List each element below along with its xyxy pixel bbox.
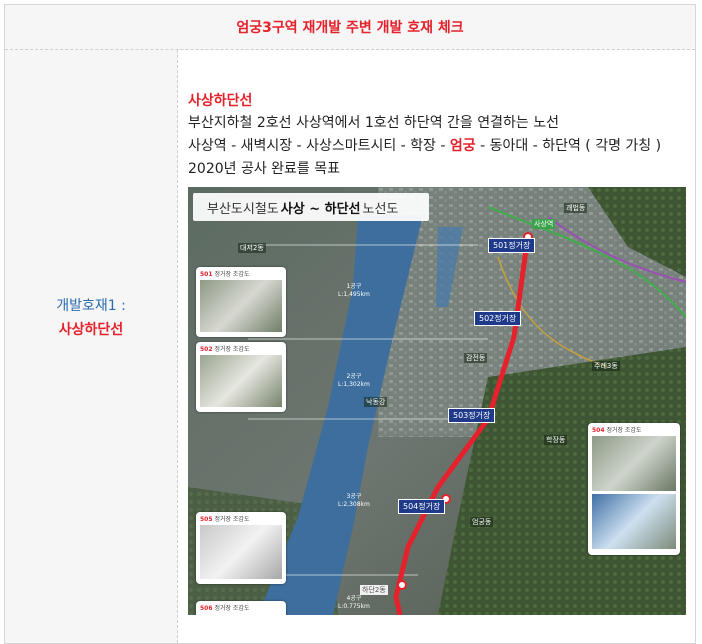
inset-text: 정거장 조감도 bbox=[214, 516, 250, 523]
inset-no: 502 bbox=[200, 346, 213, 353]
row-label-2: 사상하단선 bbox=[58, 321, 124, 338]
inset-no: 504 bbox=[592, 427, 605, 434]
inset-text: 정거장 조감도 bbox=[214, 605, 250, 612]
map-title-pre: 부산도시철도 bbox=[207, 201, 279, 217]
inset-rendering bbox=[592, 436, 676, 491]
segment-length: L:0.775km bbox=[338, 603, 370, 610]
station-inset: 505 정거장 조감도 bbox=[196, 512, 286, 584]
segment-name: 2공구 bbox=[346, 373, 362, 380]
inset-rendering bbox=[200, 355, 282, 407]
row-label-1: 개발호재1 : bbox=[56, 297, 126, 314]
district-label: 사상역 bbox=[532, 219, 556, 229]
station-label: 503정거장 bbox=[448, 408, 496, 423]
inset-no: 501 bbox=[200, 271, 213, 278]
table-title: 엄궁3구역 재개발 주변 개발 호재 체크 bbox=[236, 20, 464, 36]
segment-label: 4공구 L:0.775km bbox=[338, 595, 370, 611]
row-label-cell: 개발호재1 : 사상하단선 bbox=[5, 50, 178, 643]
segment-length: L:2,308km bbox=[338, 501, 370, 508]
content-line-1: 부산지하철 2호선 사상역에서 1호선 하단역 간을 연결하는 노선 bbox=[188, 115, 559, 131]
inset-caption: 506 정거장 조감도 bbox=[196, 601, 286, 614]
content-line-3: 2020년 공사 완료를 목표 bbox=[188, 161, 341, 177]
map-title-box: 부산도시철도 사상 ~ 하단선 노선도 bbox=[193, 193, 429, 221]
line2-post: - 동아대 - 하단역 ( 각명 가칭 ) bbox=[475, 138, 662, 154]
district-label: 학장동 bbox=[544, 435, 568, 445]
station-inset: 501 정거장 조감도 bbox=[196, 267, 286, 337]
inset-caption: 502 정거장 조감도 bbox=[196, 342, 286, 355]
content-line-2: 사상역 - 새벽시장 - 사상스마트시티 - 학장 - 엄궁 - 동아대 - 하… bbox=[188, 135, 695, 158]
district-label: 주례3동 bbox=[592, 361, 620, 371]
map-title-post: 노선도 bbox=[362, 201, 399, 217]
route-map-image: 부산도시철도 사상 ~ 하단선 노선도 501정거장 502정거장 503정거장… bbox=[188, 187, 686, 615]
segment-name: 4공구 bbox=[346, 595, 362, 602]
inset-text: 정거장 조감도 bbox=[214, 271, 250, 278]
station-label: 하단2동 bbox=[360, 585, 388, 595]
inset-text: 정거장 조감도 bbox=[214, 346, 250, 353]
station-inset: 502 정거장 조감도 bbox=[196, 342, 286, 412]
segment-name: 1공구 bbox=[346, 283, 362, 290]
info-table: 엄궁3구역 재개발 주변 개발 호재 체크 개발호재1 : 사상하단선 사상하단… bbox=[4, 4, 696, 644]
segment-length: L:1,302km bbox=[338, 381, 370, 388]
table-header: 엄궁3구역 재개발 주변 개발 호재 체크 bbox=[5, 5, 695, 50]
inset-no: 506 bbox=[200, 605, 213, 612]
line2-highlight: 엄궁 bbox=[449, 138, 476, 154]
station-inset: 506 정거장 조감도 bbox=[196, 601, 286, 615]
line2-pre: 사상역 - 새벽시장 - 사상스마트시티 - 학장 - bbox=[188, 138, 450, 154]
district-label: 엄궁동 bbox=[470, 517, 494, 527]
district-label: 낙동강 bbox=[364, 397, 388, 407]
segment-name: 3공구 bbox=[346, 493, 362, 500]
district-label: 괘법동 bbox=[564, 203, 588, 213]
segment-label: 1공구 L:1,495km bbox=[338, 283, 370, 299]
segment-length: L:1,495km bbox=[338, 291, 370, 298]
inset-rendering bbox=[200, 280, 282, 332]
station-label: 504정거장 bbox=[398, 499, 446, 514]
inset-caption: 504 정거장 조감도 bbox=[588, 423, 680, 436]
inset-text: 정거장 조감도 bbox=[606, 427, 642, 434]
page: 엄궁3구역 재개발 주변 개발 호재 체크 개발호재1 : 사상하단선 사상하단… bbox=[0, 0, 702, 644]
row-content-cell: 사상하단선 부산지하철 2호선 사상역에서 1호선 하단역 간을 연결하는 노선… bbox=[178, 50, 695, 643]
station-label: 501정거장 bbox=[488, 238, 536, 253]
station-inset: 504 정거장 조감도 bbox=[588, 423, 680, 555]
inset-caption: 505 정거장 조감도 bbox=[196, 512, 286, 525]
inset-caption: 501 정거장 조감도 bbox=[196, 267, 286, 280]
content-title: 사상하단선 bbox=[188, 93, 253, 109]
segment-label: 2공구 L:1,302km bbox=[338, 373, 370, 389]
district-label: 감전동 bbox=[464, 353, 488, 363]
inset-rendering bbox=[592, 494, 676, 549]
station-label: 502정거장 bbox=[474, 311, 522, 326]
inset-no: 505 bbox=[200, 516, 213, 523]
district-label: 대저2동 bbox=[238, 243, 266, 253]
segment-label: 3공구 L:2,308km bbox=[338, 493, 370, 509]
map-title-bold: 사상 ~ 하단선 bbox=[280, 201, 361, 217]
inset-rendering bbox=[200, 525, 282, 579]
table-row: 개발호재1 : 사상하단선 사상하단선 부산지하철 2호선 사상역에서 1호선 … bbox=[5, 50, 695, 643]
